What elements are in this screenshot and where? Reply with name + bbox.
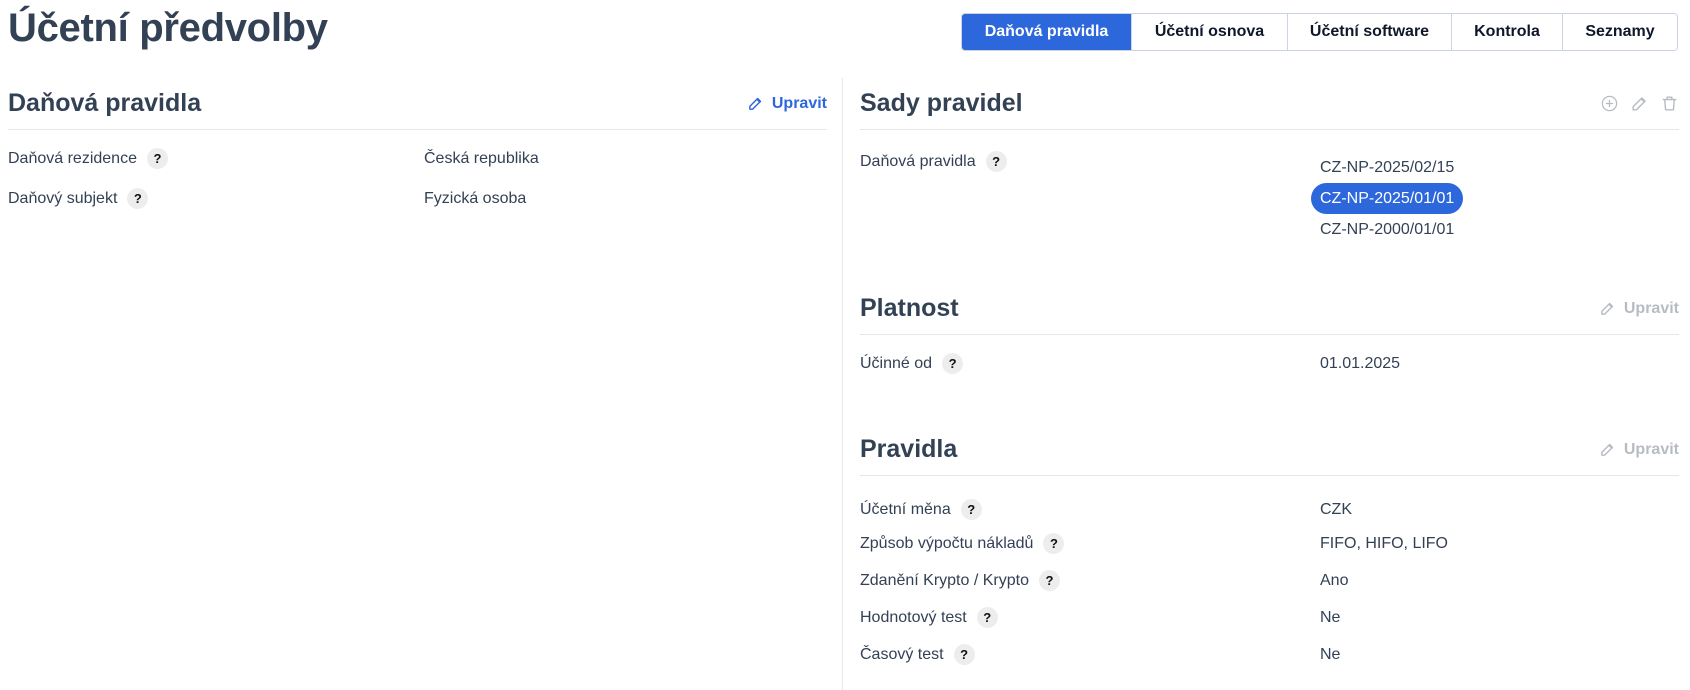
rules-header: Pravidla Upravit — [860, 424, 1679, 476]
tab-accounting-software[interactable]: Účetní software — [1287, 14, 1451, 50]
rule-sets-title: Sady pravidel — [860, 89, 1023, 117]
effective-from-value: 01.01.2025 — [1320, 355, 1401, 372]
details-panel: Sady pravidel Daňová pravidla ? CZ-NP-20… — [860, 78, 1679, 677]
rule-set-item[interactable]: CZ-NP-2025/02/15 — [1311, 152, 1463, 183]
validity-header: Platnost Upravit — [860, 283, 1679, 335]
validity-edit-button[interactable]: Upravit — [1599, 300, 1679, 318]
pencil-icon — [1601, 302, 1614, 315]
rule-sets-actions — [1599, 94, 1679, 114]
effective-from-row: Účinné od ? 01.01.2025 — [860, 335, 1679, 424]
effective-from-label: Účinné od — [860, 354, 933, 372]
value-test-row: Hodnotový test ? Ne — [860, 603, 1679, 640]
rule-set-item[interactable]: CZ-NP-2000/01/01 — [1311, 214, 1463, 245]
tax-rules-panel: Daňová pravidla Upravit Daňová rezidence… — [8, 78, 827, 218]
tax-rules-section: Daňová pravidla Upravit Daňová rezidence… — [8, 78, 827, 218]
rules-edit-button[interactable]: Upravit — [1599, 441, 1679, 459]
tab-control[interactable]: Kontrola — [1451, 14, 1562, 50]
help-icon[interactable]: ? — [985, 151, 1007, 172]
rules-title: Pravidla — [860, 435, 958, 463]
rule-set-row: Daňová pravidla ? CZ-NP-2025/02/15 CZ-NP… — [860, 130, 1679, 283]
accounting-currency-value: CZK — [1320, 501, 1352, 518]
tax-residence-label: Daňová rezidence — [8, 149, 137, 167]
time-test-label: Časový test — [860, 645, 944, 663]
tax-subject-value: Fyzická osoba — [424, 190, 527, 207]
tab-bar: Daňová pravidla Účetní osnova Účetní sof… — [961, 13, 1678, 51]
edit-icon[interactable] — [1629, 94, 1649, 114]
help-icon[interactable]: ? — [127, 188, 149, 209]
help-icon[interactable]: ? — [942, 353, 964, 374]
tax-rules-edit-button[interactable]: Upravit — [747, 95, 827, 113]
help-icon[interactable]: ? — [1038, 570, 1060, 591]
value-test-label: Hodnotový test — [860, 608, 967, 626]
crypto-taxation-label: Zdanění Krypto / Krypto — [860, 571, 1029, 589]
tab-lists[interactable]: Seznamy — [1562, 14, 1677, 50]
tab-tax-rules[interactable]: Daňová pravidla — [962, 14, 1131, 50]
value-test-value: Ne — [1320, 609, 1341, 626]
cost-method-value: FIFO, HIFO, LIFO — [1320, 535, 1448, 552]
tab-chart-of-accounts[interactable]: Účetní osnova — [1131, 14, 1287, 50]
pencil-icon — [1601, 443, 1614, 456]
page-title: Účetní předvolby — [8, 6, 328, 50]
add-icon[interactable] — [1599, 94, 1619, 114]
accounting-currency-label: Účetní měna — [860, 500, 951, 518]
rules-edit-label: Upravit — [1623, 440, 1679, 458]
rule-set-item-selected[interactable]: CZ-NP-2025/01/01 — [1311, 183, 1464, 214]
panel-divider — [842, 78, 843, 690]
validity-edit-label: Upravit — [1623, 299, 1679, 317]
rule-set-list: CZ-NP-2025/02/15 CZ-NP-2025/01/01 CZ-NP-… — [1311, 152, 1464, 245]
help-icon[interactable]: ? — [146, 148, 168, 169]
time-test-row: Časový test ? Ne — [860, 640, 1679, 677]
rule-sets-section: Sady pravidel Daňová pravidla ? CZ-NP-20… — [860, 78, 1679, 283]
tax-rules-edit-label: Upravit — [771, 94, 827, 112]
pencil-icon — [749, 97, 762, 110]
validity-title: Platnost — [860, 294, 959, 322]
tax-subject-row: Daňový subjekt ? Fyzická osoba — [8, 178, 827, 218]
rule-set-label: Daňová pravidla — [860, 152, 976, 170]
tax-rules-header: Daňová pravidla Upravit — [8, 78, 827, 130]
crypto-taxation-value: Ano — [1320, 572, 1349, 589]
help-icon[interactable]: ? — [953, 644, 975, 665]
help-icon[interactable]: ? — [960, 499, 982, 520]
help-icon[interactable]: ? — [1043, 533, 1065, 554]
tax-residence-row: Daňová rezidence ? Česká republika — [8, 138, 827, 178]
rules-section: Pravidla Upravit Účetní měna ? CZK Způso… — [860, 424, 1679, 677]
tax-residence-value: Česká republika — [424, 150, 539, 167]
accounting-currency-row: Účetní měna ? CZK — [860, 492, 1679, 529]
delete-icon[interactable] — [1659, 94, 1679, 114]
cost-method-row: Způsob výpočtu nákladů ? FIFO, HIFO, LIF… — [860, 529, 1679, 566]
tax-subject-label: Daňový subjekt — [8, 189, 118, 207]
tax-rules-title: Daňová pravidla — [8, 89, 202, 117]
validity-section: Platnost Upravit Účinné od ? 01.01.2025 — [860, 283, 1679, 424]
crypto-taxation-row: Zdanění Krypto / Krypto ? Ano — [860, 566, 1679, 603]
time-test-value: Ne — [1320, 646, 1341, 663]
rule-sets-header: Sady pravidel — [860, 78, 1679, 130]
help-icon[interactable]: ? — [976, 607, 998, 628]
cost-method-label: Způsob výpočtu nákladů — [860, 534, 1034, 552]
